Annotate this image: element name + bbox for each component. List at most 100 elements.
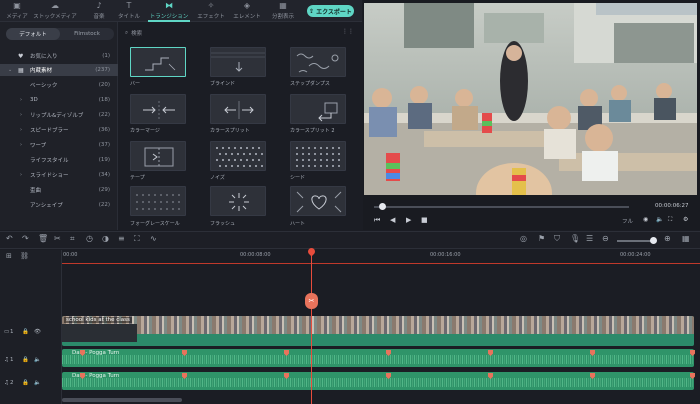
snapshot-icon[interactable]: ◉ <box>643 216 648 223</box>
transition-thumb-bar[interactable] <box>130 47 186 77</box>
grid-view-icon[interactable]: ▦ <box>682 234 690 243</box>
category-3d[interactable]: › 3D (18) <box>0 94 118 106</box>
tab-titles[interactable]: T タイトル <box>112 0 146 22</box>
waveform <box>62 378 694 387</box>
preview-progress-handle[interactable] <box>379 203 386 210</box>
visibility-icon[interactable]: 👁 <box>34 329 41 335</box>
mute-icon[interactable]: 🔈 <box>34 380 41 386</box>
add-track-icon[interactable]: ⊞ <box>6 252 12 260</box>
link-icon[interactable]: ⛓ <box>20 252 29 260</box>
redo-icon[interactable]: ↷ <box>22 234 29 243</box>
transition-thumb-color-split-2[interactable] <box>290 94 346 124</box>
category-ripple-dissolve[interactable]: › リップル&ディゾルブ (22) <box>0 109 118 121</box>
tab-filmstock[interactable]: Filmstock <box>60 28 114 40</box>
fullscreen-icon[interactable]: ⛶ <box>668 216 672 224</box>
category-slideshow[interactable]: › スライドショー (34) <box>0 169 118 181</box>
volume-icon[interactable]: 🔈 <box>656 216 663 223</box>
audio-clip-2[interactable]: Daft - Pogga Turn <box>62 372 694 390</box>
step-back-button[interactable]: ⏮ <box>374 216 380 225</box>
tab-effects[interactable]: ✧ エフェクト <box>194 0 228 22</box>
delete-icon[interactable]: 🗑 <box>38 234 48 243</box>
marker-icon[interactable]: ⚑ <box>538 234 545 243</box>
category-basic[interactable]: ベーシック (20) <box>0 79 118 91</box>
transition-thumb-blinds[interactable] <box>210 47 266 77</box>
transition-thumb-steps[interactable] <box>290 47 346 77</box>
settings-icon[interactable]: ⚙ <box>683 216 688 223</box>
grid-options-icon[interactable]: ⋮⋮ <box>342 28 354 35</box>
category-builtin[interactable]: ⌄ ▦ 内蔵素材 (237) <box>0 64 118 76</box>
cut-icon[interactable]: ✂ <box>54 234 61 243</box>
transition-thumb-seed[interactable] <box>290 141 346 171</box>
transition-thumb-heart[interactable] <box>290 186 346 216</box>
category-warp[interactable]: › ワープ (37) <box>0 139 118 151</box>
tab-split-screen[interactable]: ▦ 分割表示 <box>266 0 300 22</box>
search-icon: ⌕ <box>125 29 129 36</box>
ruler-label: 00:00:16:00 <box>430 252 461 258</box>
preview-progress-bar[interactable] <box>374 206 629 208</box>
video-clip[interactable]: school kids at the class <box>62 316 694 346</box>
category-panel: デフォルト Filmstock ♥ お気に入り (1) ⌄ ▦ 内蔵素材 (237) ベー… <box>0 22 118 230</box>
timeline-scrollbar[interactable] <box>62 398 182 402</box>
transition-label: シード <box>290 175 306 181</box>
frame-back-button[interactable]: ◀︎ <box>390 216 395 224</box>
tab-stock-media[interactable]: ☁ ストックメディア <box>32 0 78 22</box>
seed-transition-icon <box>291 142 345 170</box>
render-icon[interactable]: ◎ <box>520 234 527 243</box>
heart-icon: ♥ <box>18 52 24 60</box>
transition-thumb-grayscale[interactable] <box>130 186 186 216</box>
chevron-right-icon: › <box>20 112 22 118</box>
shield-icon[interactable]: ⛉ <box>554 234 560 244</box>
tab-media[interactable]: ▣ メディア <box>0 0 34 22</box>
color-icon[interactable]: ◑ <box>102 234 109 243</box>
tab-elements[interactable]: ◈ エレメント <box>230 0 264 22</box>
lock-icon[interactable]: 🔒 <box>22 357 29 363</box>
quality-select[interactable]: フル <box>622 217 633 225</box>
music-track-icon: ♫ <box>4 380 9 386</box>
transition-label: カラーマージ <box>130 128 160 134</box>
audio-clip-1[interactable]: Daft - Pogga Turn <box>62 349 694 367</box>
stop-button[interactable]: ■ <box>421 216 428 224</box>
timeline-ruler[interactable] <box>62 250 700 264</box>
noise-transition-icon <box>211 142 265 170</box>
split-scissors-button[interactable]: ✂ <box>305 293 318 309</box>
category-unshape[interactable]: アンシェイプ (22) <box>0 199 118 211</box>
voiceover-icon[interactable]: ☰ <box>586 234 593 243</box>
preview-video <box>364 3 697 195</box>
tab-transitions[interactable]: ⧓ トランジション <box>146 0 192 22</box>
transition-label: バー <box>130 81 141 87</box>
transition-thumb-color-split[interactable] <box>210 94 266 124</box>
transition-thumb-noise[interactable] <box>210 141 266 171</box>
mic-icon[interactable]: 🎙 <box>570 234 580 243</box>
lock-icon[interactable]: 🔒 <box>22 380 29 386</box>
mute-icon[interactable]: 🔈 <box>34 357 41 363</box>
tab-default[interactable]: デフォルト <box>6 28 60 40</box>
audio-wave-icon[interactable]: ∿ <box>150 234 157 243</box>
audio-mixer-icon[interactable]: ≡ <box>118 234 125 243</box>
undo-icon[interactable]: ↶ <box>6 234 13 243</box>
category-distortion[interactable]: 歪曲 (29) <box>0 184 118 196</box>
export-button[interactable]: ⇪ エクスポート <box>307 5 354 17</box>
music-track-icon: ♫ <box>4 357 9 363</box>
grid-icon: ▦ <box>18 66 24 74</box>
blinds-transition-icon <box>211 48 265 76</box>
transition-thumb-flash[interactable] <box>210 186 266 216</box>
speed-icon[interactable]: ◷ <box>86 234 93 243</box>
fit-icon[interactable]: ⛶ <box>134 234 140 244</box>
category-lifestyle[interactable]: ライフスタイル (19) <box>0 154 118 166</box>
split-transition-icon <box>211 95 265 123</box>
zoom-in-icon[interactable]: ⊕ <box>664 234 671 243</box>
transition-thumb-color-merge[interactable] <box>130 94 186 124</box>
transition-label: ブラインド <box>210 81 236 87</box>
play-button[interactable]: ▶ <box>406 216 411 224</box>
crop-icon[interactable]: ⌗ <box>70 234 75 244</box>
playhead-line[interactable] <box>311 253 312 404</box>
search-input[interactable]: ⌕ 検索 <box>125 28 345 38</box>
split2-transition-icon <box>291 95 345 123</box>
category-speed-blur[interactable]: › スピードブラー (36) <box>0 124 118 136</box>
tab-audio[interactable]: ♪ 音楽 <box>82 0 116 22</box>
zoom-slider-handle[interactable] <box>650 237 657 244</box>
zoom-out-icon[interactable]: ⊖ <box>602 234 609 243</box>
lock-icon[interactable]: 🔒 <box>22 329 29 335</box>
category-favorites[interactable]: ♥ お気に入り (1) <box>0 50 118 62</box>
transition-thumb-tape[interactable] <box>130 141 186 171</box>
